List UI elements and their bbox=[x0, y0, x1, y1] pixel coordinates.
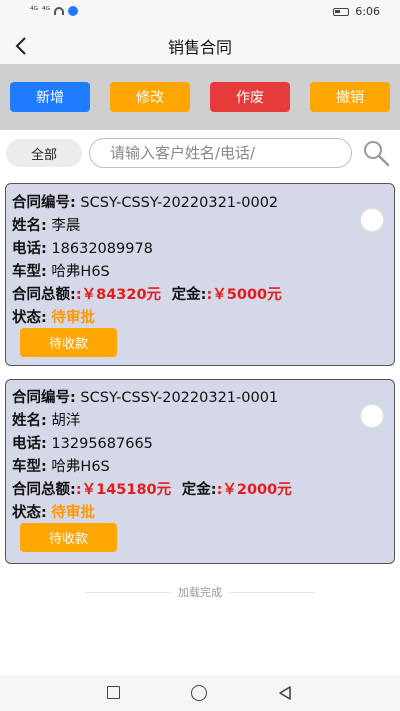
phone-row: 电话: 18632089978 bbox=[12, 237, 153, 258]
contract-number-label: 合同编号: bbox=[12, 390, 76, 406]
action-bar: 新增 修改 作废 撤销 bbox=[0, 64, 400, 130]
customer-name: 胡洋 bbox=[51, 413, 81, 429]
customer-name-label: 姓名: bbox=[12, 218, 47, 234]
phone-label: 电话: bbox=[12, 241, 47, 257]
status-label: 状态: bbox=[12, 505, 47, 521]
customer-name: 李晨 bbox=[51, 218, 81, 234]
car-model: 哈弗H6S bbox=[51, 459, 110, 475]
divider-left bbox=[85, 591, 170, 593]
status-row: 状态: 待审批 bbox=[12, 501, 95, 522]
load-complete-indicator: 加载完成 bbox=[85, 584, 315, 600]
edit-button[interactable]: 修改 bbox=[110, 82, 190, 112]
search-input[interactable]: 请输入客户姓名/电话/ bbox=[89, 138, 352, 168]
recent-apps-icon[interactable] bbox=[107, 686, 120, 699]
contract-number: SCSY-CSSY-20220321-0002 bbox=[80, 195, 279, 211]
app-header: 销售合同 bbox=[0, 26, 400, 64]
contract-number: SCSY-CSSY-20220321-0001 bbox=[80, 390, 279, 406]
status-bar-right: 6:06 bbox=[333, 5, 380, 18]
app-notification-icon bbox=[68, 6, 78, 16]
page-title: 销售合同 bbox=[167, 38, 232, 57]
nav-back-icon[interactable] bbox=[277, 685, 293, 701]
deposit-amount: :￥5000元 bbox=[206, 287, 282, 303]
car-model-row: 车型: 哈弗H6S bbox=[12, 260, 110, 281]
total-label: 合同总额: bbox=[12, 287, 76, 303]
pending-payment-button[interactable]: 待收款 bbox=[20, 523, 117, 552]
contract-number-label: 合同编号: bbox=[12, 195, 76, 211]
customer-name-label: 姓名: bbox=[12, 413, 47, 429]
clock: 6:06 bbox=[355, 5, 380, 18]
search-icon[interactable] bbox=[362, 139, 390, 167]
total-amount: :￥145180元 bbox=[75, 482, 172, 498]
customer-name-row: 姓名: 李晨 bbox=[12, 214, 80, 235]
amount-row: 合同总额::￥84320元 定金::￥5000元 bbox=[12, 283, 282, 304]
wifi-icon bbox=[54, 7, 64, 15]
contract-number-row: 合同编号: SCSY-CSSY-20220321-0001 bbox=[12, 386, 278, 407]
contract-card[interactable]: 合同编号: SCSY-CSSY-20220321-0002 姓名: 李晨 电话:… bbox=[5, 183, 395, 366]
phone-number: 18632089978 bbox=[51, 241, 153, 257]
divider-right bbox=[230, 591, 315, 593]
filter-all-chip[interactable]: 全部 bbox=[6, 139, 82, 167]
pending-payment-button[interactable]: 待收款 bbox=[20, 328, 117, 357]
status-bar: ⁴ᴳ ⁴ᴳ 6:06 bbox=[0, 0, 400, 26]
void-button[interactable]: 作废 bbox=[210, 82, 290, 112]
add-button[interactable]: 新增 bbox=[10, 82, 90, 112]
customer-name-row: 姓名: 胡洋 bbox=[12, 409, 80, 430]
contract-card[interactable]: 合同编号: SCSY-CSSY-20220321-0001 姓名: 胡洋 电话:… bbox=[5, 379, 395, 564]
status-bar-left: ⁴ᴳ ⁴ᴳ bbox=[30, 6, 78, 16]
amount-row: 合同总额::￥145180元 定金::￥2000元 bbox=[12, 478, 292, 499]
home-icon[interactable] bbox=[191, 685, 207, 701]
select-radio[interactable] bbox=[360, 404, 384, 428]
system-nav-bar bbox=[0, 675, 400, 711]
car-model-row: 车型: 哈弗H6S bbox=[12, 455, 110, 476]
select-radio[interactable] bbox=[360, 208, 384, 232]
phone-label: 电话: bbox=[12, 436, 47, 452]
deposit-amount: :￥2000元 bbox=[216, 482, 292, 498]
car-model-label: 车型: bbox=[12, 264, 47, 280]
signal-indicator-1: ⁴ᴳ bbox=[30, 6, 38, 16]
deposit-label: 定金: bbox=[171, 287, 207, 303]
signal-indicator-2: ⁴ᴳ bbox=[42, 6, 50, 16]
car-model-label: 车型: bbox=[12, 459, 47, 475]
car-model: 哈弗H6S bbox=[51, 264, 110, 280]
status-row: 状态: 待审批 bbox=[12, 306, 95, 327]
total-label: 合同总额: bbox=[12, 482, 76, 498]
deposit-label: 定金: bbox=[181, 482, 217, 498]
status-badge: 待审批 bbox=[51, 505, 95, 521]
revoke-button[interactable]: 撤销 bbox=[310, 82, 390, 112]
total-amount: :￥84320元 bbox=[75, 287, 162, 303]
load-complete-text: 加载完成 bbox=[178, 586, 222, 599]
battery-icon bbox=[333, 7, 350, 16]
phone-number: 13295687665 bbox=[51, 436, 153, 452]
phone-row: 电话: 13295687665 bbox=[12, 432, 153, 453]
status-badge: 待审批 bbox=[51, 310, 95, 326]
filter-bar: 全部 请输入客户姓名/电话/ bbox=[0, 135, 400, 171]
status-label: 状态: bbox=[12, 310, 47, 326]
contract-number-row: 合同编号: SCSY-CSSY-20220321-0002 bbox=[12, 191, 278, 212]
